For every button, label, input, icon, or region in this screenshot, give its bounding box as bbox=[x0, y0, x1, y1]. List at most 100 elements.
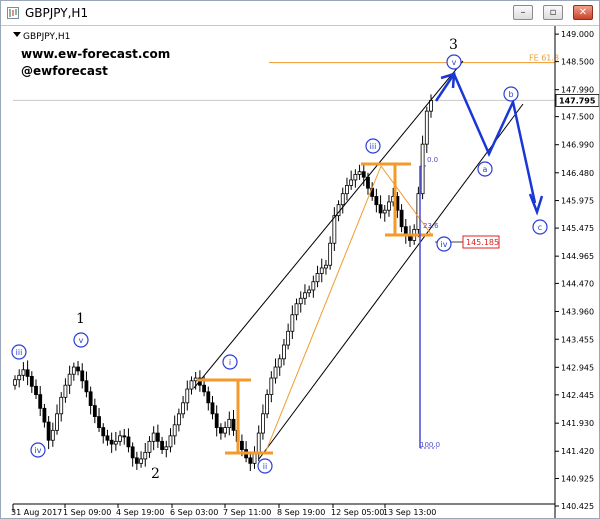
candle-body bbox=[101, 427, 106, 437]
time-tick-label: 1 Sep 09:00 bbox=[63, 508, 111, 517]
candle-body bbox=[46, 421, 51, 441]
window-title: GBPJPY,H1 bbox=[25, 6, 89, 20]
candle-body bbox=[97, 416, 101, 428]
price-chart[interactable]: FE 61.8GBPJPY,H1www.ew-forecast.com@ewfo… bbox=[1, 26, 599, 518]
wave-v-left-circle-label: v bbox=[79, 336, 84, 345]
time-tick-label: 8 Sep 19:00 bbox=[277, 508, 325, 517]
fib-label-mid: 23.6 bbox=[423, 222, 439, 230]
candle-body bbox=[185, 388, 190, 404]
price-tick-label: 140.425 bbox=[561, 502, 594, 511]
price-tick-label: 147.500 bbox=[561, 113, 594, 122]
wave-3-label: 3 bbox=[449, 37, 458, 53]
wave-i-circle-label: i bbox=[229, 358, 231, 367]
candle-body bbox=[290, 314, 295, 332]
candle-body bbox=[248, 457, 253, 464]
price-tick-label: 144.965 bbox=[561, 252, 594, 261]
wave-iii-left-circle-label: iii bbox=[16, 348, 23, 357]
time-tick-label: 4 Sep 19:00 bbox=[116, 508, 164, 517]
candle-body bbox=[172, 424, 177, 437]
candle-body bbox=[38, 394, 43, 409]
price-tick-label: 141.930 bbox=[561, 419, 594, 428]
candle-body bbox=[67, 373, 72, 386]
candle-body bbox=[298, 297, 303, 305]
candle-body bbox=[147, 440, 152, 453]
candle-body bbox=[382, 209, 387, 214]
chart-window-icon bbox=[7, 7, 19, 19]
candle-body bbox=[139, 458, 143, 464]
candle-body bbox=[265, 394, 270, 415]
candle-body bbox=[42, 407, 47, 423]
candle-body bbox=[345, 185, 349, 195]
watermark-site: www.ew-forecast.com bbox=[21, 47, 170, 61]
candle-body bbox=[59, 396, 64, 415]
time-tick-label: 12 Sep 05:00 bbox=[331, 508, 384, 517]
candle-body bbox=[374, 196, 379, 206]
current-price-label: 147.795 bbox=[559, 96, 596, 105]
wave-iv-circle-label: iv bbox=[441, 240, 448, 249]
candle-body bbox=[206, 391, 211, 404]
candle-body bbox=[202, 384, 206, 393]
wave-iii-circle-label: iii bbox=[370, 142, 377, 151]
price-tick-label: 140.925 bbox=[561, 474, 594, 483]
candle-body bbox=[63, 384, 68, 398]
time-tick-label: 6 Sep 03:00 bbox=[170, 508, 218, 517]
fib-label-bottom: 100.0 bbox=[420, 441, 440, 449]
candle-body bbox=[17, 374, 22, 381]
candle-body bbox=[214, 413, 219, 428]
candle-body bbox=[71, 366, 76, 375]
candle-body bbox=[181, 402, 185, 415]
close-button[interactable]: ✕ bbox=[573, 5, 593, 20]
candle-body bbox=[210, 402, 215, 415]
title-bar[interactable]: GBPJPY,H1 – ▫ ✕ bbox=[1, 1, 599, 26]
price-tick-label: 147.990 bbox=[561, 86, 594, 95]
candle-body bbox=[256, 432, 261, 453]
wave-iv-left-circle-label: iv bbox=[35, 446, 42, 455]
restore-button[interactable]: ▫ bbox=[543, 5, 563, 20]
candle-body bbox=[324, 264, 328, 269]
wave-ii-circle-label: ii bbox=[263, 462, 267, 471]
candle-body bbox=[353, 174, 358, 181]
candle-body bbox=[118, 435, 122, 442]
price-tick-label: 142.445 bbox=[561, 391, 594, 400]
candle-body bbox=[92, 405, 97, 417]
candle-body bbox=[160, 440, 164, 450]
wave-c-circle-label: c bbox=[538, 223, 542, 232]
support-level-label: 145.185 bbox=[466, 238, 499, 247]
candle-body bbox=[84, 380, 89, 393]
wave-1-label: 1 bbox=[76, 311, 85, 327]
candle-body bbox=[328, 242, 333, 266]
candle-body bbox=[273, 366, 278, 379]
candle-body bbox=[155, 432, 160, 442]
candle-body bbox=[378, 204, 383, 214]
candle-body bbox=[50, 429, 55, 441]
candle-body bbox=[424, 110, 429, 145]
time-tick-label: 31 Aug 2017 bbox=[11, 508, 62, 517]
price-tick-label: 143.455 bbox=[561, 335, 594, 344]
price-tick-label: 145.975 bbox=[561, 197, 594, 206]
price-tick-label: 148.500 bbox=[561, 58, 594, 67]
candle-body bbox=[286, 330, 291, 346]
candle-body bbox=[399, 209, 404, 228]
candle-body bbox=[366, 176, 370, 189]
price-tick-label: 141.420 bbox=[561, 447, 594, 456]
candle-body bbox=[294, 303, 299, 316]
candle-body bbox=[34, 385, 38, 395]
wave-2-label: 2 bbox=[151, 466, 160, 482]
candle-body bbox=[164, 446, 169, 450]
candle-body bbox=[282, 344, 286, 360]
candle-body bbox=[130, 446, 135, 459]
minimize-button[interactable]: – bbox=[513, 5, 533, 20]
candle-body bbox=[105, 435, 110, 441]
price-tick-label: 146.990 bbox=[561, 141, 594, 150]
candle-body bbox=[340, 193, 345, 206]
candle-body bbox=[332, 215, 337, 244]
chart-symbol-label: GBPJPY,H1 bbox=[23, 32, 70, 42]
candle-body bbox=[349, 179, 354, 186]
price-tick-label: 149.000 bbox=[561, 30, 594, 39]
candle-body bbox=[218, 427, 223, 434]
candle-body bbox=[223, 427, 228, 434]
candle-body bbox=[143, 451, 148, 460]
candle-body bbox=[189, 380, 194, 390]
candle-body bbox=[429, 100, 433, 112]
candle-body bbox=[122, 435, 127, 438]
